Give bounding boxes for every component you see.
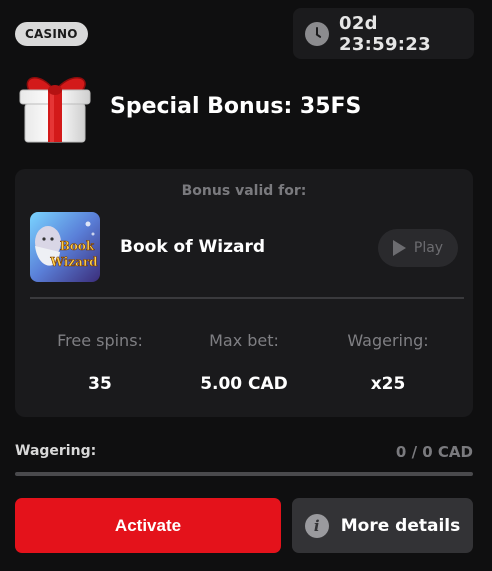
clock-icon <box>305 21 329 46</box>
game-name[interactable]: Book of Wizard <box>120 237 265 257</box>
gift-icon <box>19 77 91 143</box>
thumb-title-2: Wizard <box>49 255 98 269</box>
valid-for-heading: Bonus valid for: <box>181 183 307 199</box>
activate-button[interactable]: Activate <box>15 498 281 553</box>
wagering-label: Wagering: <box>15 443 97 459</box>
countdown-timer: 02d 23:59:23 <box>293 8 474 59</box>
wagering-value: 0 / 0 CAD <box>395 443 473 461</box>
play-icon <box>392 240 406 256</box>
info-icon: i <box>304 513 329 538</box>
bonus-title: Special Bonus: 35FS <box>110 94 362 119</box>
game-thumbnail[interactable]: Book Wizard <box>30 212 100 282</box>
play-label: Play <box>413 240 444 256</box>
thumb-title-1: Book <box>60 239 95 253</box>
category-badge: CASINO <box>15 22 88 46</box>
wagering-progress-bar <box>15 472 473 476</box>
stat-value: 5.00 CAD <box>200 374 288 394</box>
stat-label: Max bet: <box>209 331 279 350</box>
stat-label: Wagering: <box>347 331 429 350</box>
stat-wagering: Wagering: x25 <box>313 331 463 394</box>
divider <box>30 297 464 299</box>
more-details-label: More details <box>340 515 461 536</box>
stat-max-bet: Max bet: 5.00 CAD <box>169 331 319 394</box>
more-details-button[interactable]: i More details <box>292 498 473 553</box>
play-button[interactable]: Play <box>378 229 458 267</box>
bonus-card: CASINO 02d 23:59:23 Special Bonus: 35FS … <box>0 0 492 571</box>
bonus-details-panel: Bonus valid for: Book Wizard Book of Wiz… <box>15 169 473 417</box>
stat-value: 35 <box>88 374 112 394</box>
stat-value: x25 <box>370 374 406 394</box>
stat-free-spins: Free spins: 35 <box>25 331 175 394</box>
stat-label: Free spins: <box>57 331 143 350</box>
countdown-value: 02d 23:59:23 <box>339 12 431 55</box>
